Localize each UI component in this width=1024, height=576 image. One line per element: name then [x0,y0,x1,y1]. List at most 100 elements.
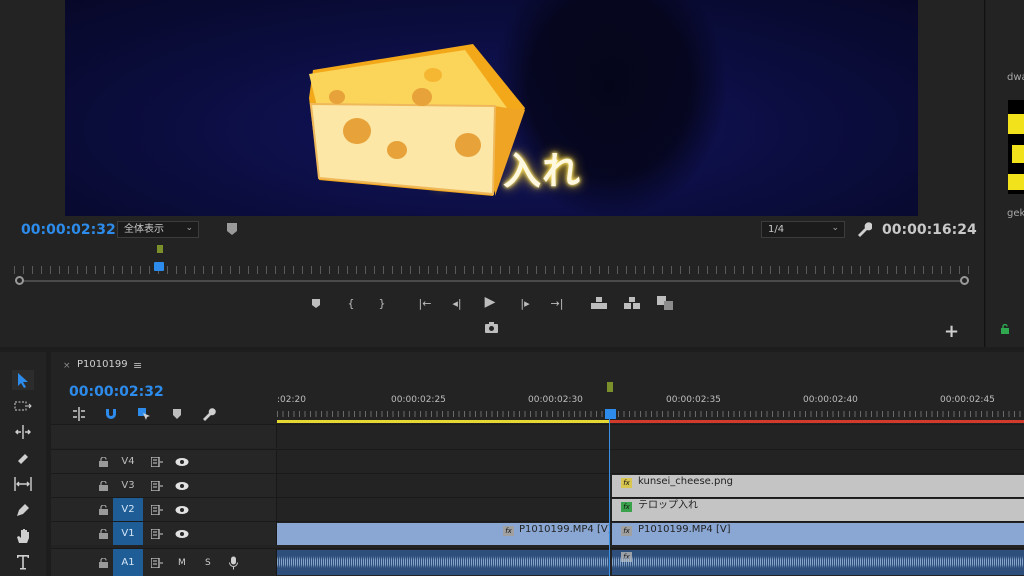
razor-tool[interactable] [12,448,34,468]
lock-icon[interactable] [99,528,108,539]
play-button[interactable]: ▶ [481,293,499,311]
compare-view-button[interactable] [656,294,674,312]
wrench-icon[interactable] [856,221,872,237]
go-to-out-icon: →| [550,296,564,310]
fx-badge-icon: fx [621,502,632,512]
mark-out-icon: } [378,296,386,310]
selection-tool[interactable] [12,370,34,390]
sync-lock-icon[interactable] [151,504,163,515]
go-to-in-icon: |← [418,296,432,310]
sequence-tab[interactable]: P1010199 [77,359,128,370]
marker-icon [312,298,320,308]
fx-badge-icon: fx [621,526,632,536]
track-name-v3[interactable]: V3 [113,474,143,497]
marker-icon[interactable] [157,245,163,253]
zoom-handle-left[interactable] [15,276,24,285]
timeline-clip[interactable]: fx テロップ入れ [612,499,1024,521]
empty-track-area [51,424,1024,448]
snap-toggle-button[interactable] [103,406,119,422]
mute-button[interactable]: M [178,558,186,568]
lock-icon[interactable] [99,504,108,515]
timeline-clip[interactable]: fx P1010199.MP4 [V] [277,523,609,545]
sync-lock-icon[interactable] [151,528,163,539]
eye-icon[interactable] [175,529,189,539]
project-item-name[interactable]: gek [1007,208,1024,219]
ripple-edit-tool[interactable] [12,422,34,442]
lift-button[interactable] [590,294,608,312]
monitor-playhead[interactable] [154,262,164,271]
timeline-clip[interactable]: fx P1010199.MP4 [V] [612,523,1024,545]
timeline-ruler[interactable]: :02:20 00:00:02:25 00:00:02:30 00:00:02:… [277,389,1024,420]
panel-menu-icon[interactable]: ≡ [133,359,142,372]
add-marker-button[interactable] [169,406,185,422]
fx-badge-icon: fx [621,478,632,488]
ruler-label: 00:00:02:40 [803,395,858,405]
project-item-thumbnail[interactable] [1008,100,1024,194]
razor-icon [18,454,28,464]
sync-lock-icon[interactable] [151,480,163,491]
step-back-button[interactable]: ◂| [448,294,466,312]
chevron-down-icon: ⌄ [831,223,839,233]
eye-icon[interactable] [175,481,189,491]
pen-tool[interactable] [12,500,34,520]
extract-button[interactable] [623,294,641,312]
eye-icon[interactable] [175,505,189,515]
sync-lock-icon[interactable] [151,456,163,467]
ruler-ticks [277,411,1024,417]
slip-tool[interactable] [12,474,34,494]
lock-icon[interactable] [99,456,108,467]
marker-icon[interactable] [607,382,613,392]
audio-clip[interactable] [277,550,609,575]
timeline-timecode[interactable]: 00:00:02:32 [69,384,164,400]
project-item-name[interactable]: dwa [1007,72,1024,83]
camera-icon [484,321,498,333]
export-frame-button[interactable] [482,318,500,336]
zoom-handle-right[interactable] [960,276,969,285]
clip-name: kunsei_cheese.png [638,476,734,487]
lock-icon[interactable] [99,557,108,568]
magnet-icon [106,409,116,419]
nest-toggle-button[interactable] [71,406,87,422]
add-marker-button[interactable] [307,294,325,312]
play-icon: ▶ [484,294,496,310]
lock-icon[interactable] [99,480,108,491]
go-to-out-button[interactable]: →| [548,294,566,312]
track-name-v1[interactable]: V1 [113,522,143,545]
timeline-playhead[interactable] [605,409,616,419]
sync-lock-icon[interactable] [151,557,163,568]
track-name-v4[interactable]: V4 [113,450,143,473]
microphone-icon[interactable] [229,556,238,569]
solo-button[interactable]: S [205,558,211,568]
track-name-v2[interactable]: V2 [113,498,143,521]
timeline-clip[interactable]: fx kunsei_cheese.png [612,475,1024,497]
type-tool[interactable] [12,552,34,572]
hand-tool[interactable] [12,526,34,546]
mark-in-button[interactable]: { [342,294,360,312]
playback-resolution-value: 1/4 [768,224,785,235]
current-timecode[interactable]: 00:00:02:32 [21,222,116,238]
work-area-bar[interactable] [277,420,610,423]
linked-selection-button[interactable] [136,406,152,422]
audio-clip[interactable]: fx [612,550,1024,575]
zoom-fit-value: 全体表示 [124,224,164,235]
track-name-a1[interactable]: A1 [113,549,143,576]
timeline-settings-button[interactable] [201,406,217,422]
clip-name: テロップ入れ [638,500,698,511]
mark-out-button[interactable]: } [373,294,391,312]
playback-resolution-dropdown[interactable]: 1/4 ⌄ [761,221,845,238]
close-icon[interactable]: × [63,361,71,371]
program-video-frame[interactable]: ップ入れ [65,0,918,216]
clip-name: P1010199.MP4 [V] [519,524,609,535]
step-forward-button[interactable]: |▸ [516,294,534,312]
add-marker-icon[interactable] [226,222,238,236]
lock-icon[interactable] [1000,324,1010,334]
nest-icon [73,407,85,421]
step-back-icon: ◂| [452,296,462,310]
go-to-in-button[interactable]: |← [416,294,434,312]
button-editor-plus-button[interactable]: + [944,321,959,342]
track-select-tool[interactable] [12,396,34,416]
zoom-fit-dropdown[interactable]: 全体表示 ⌄ [117,221,199,238]
monitor-zoom-scrollbar[interactable] [19,280,964,282]
slip-icon [14,477,32,491]
eye-icon[interactable] [175,457,189,467]
